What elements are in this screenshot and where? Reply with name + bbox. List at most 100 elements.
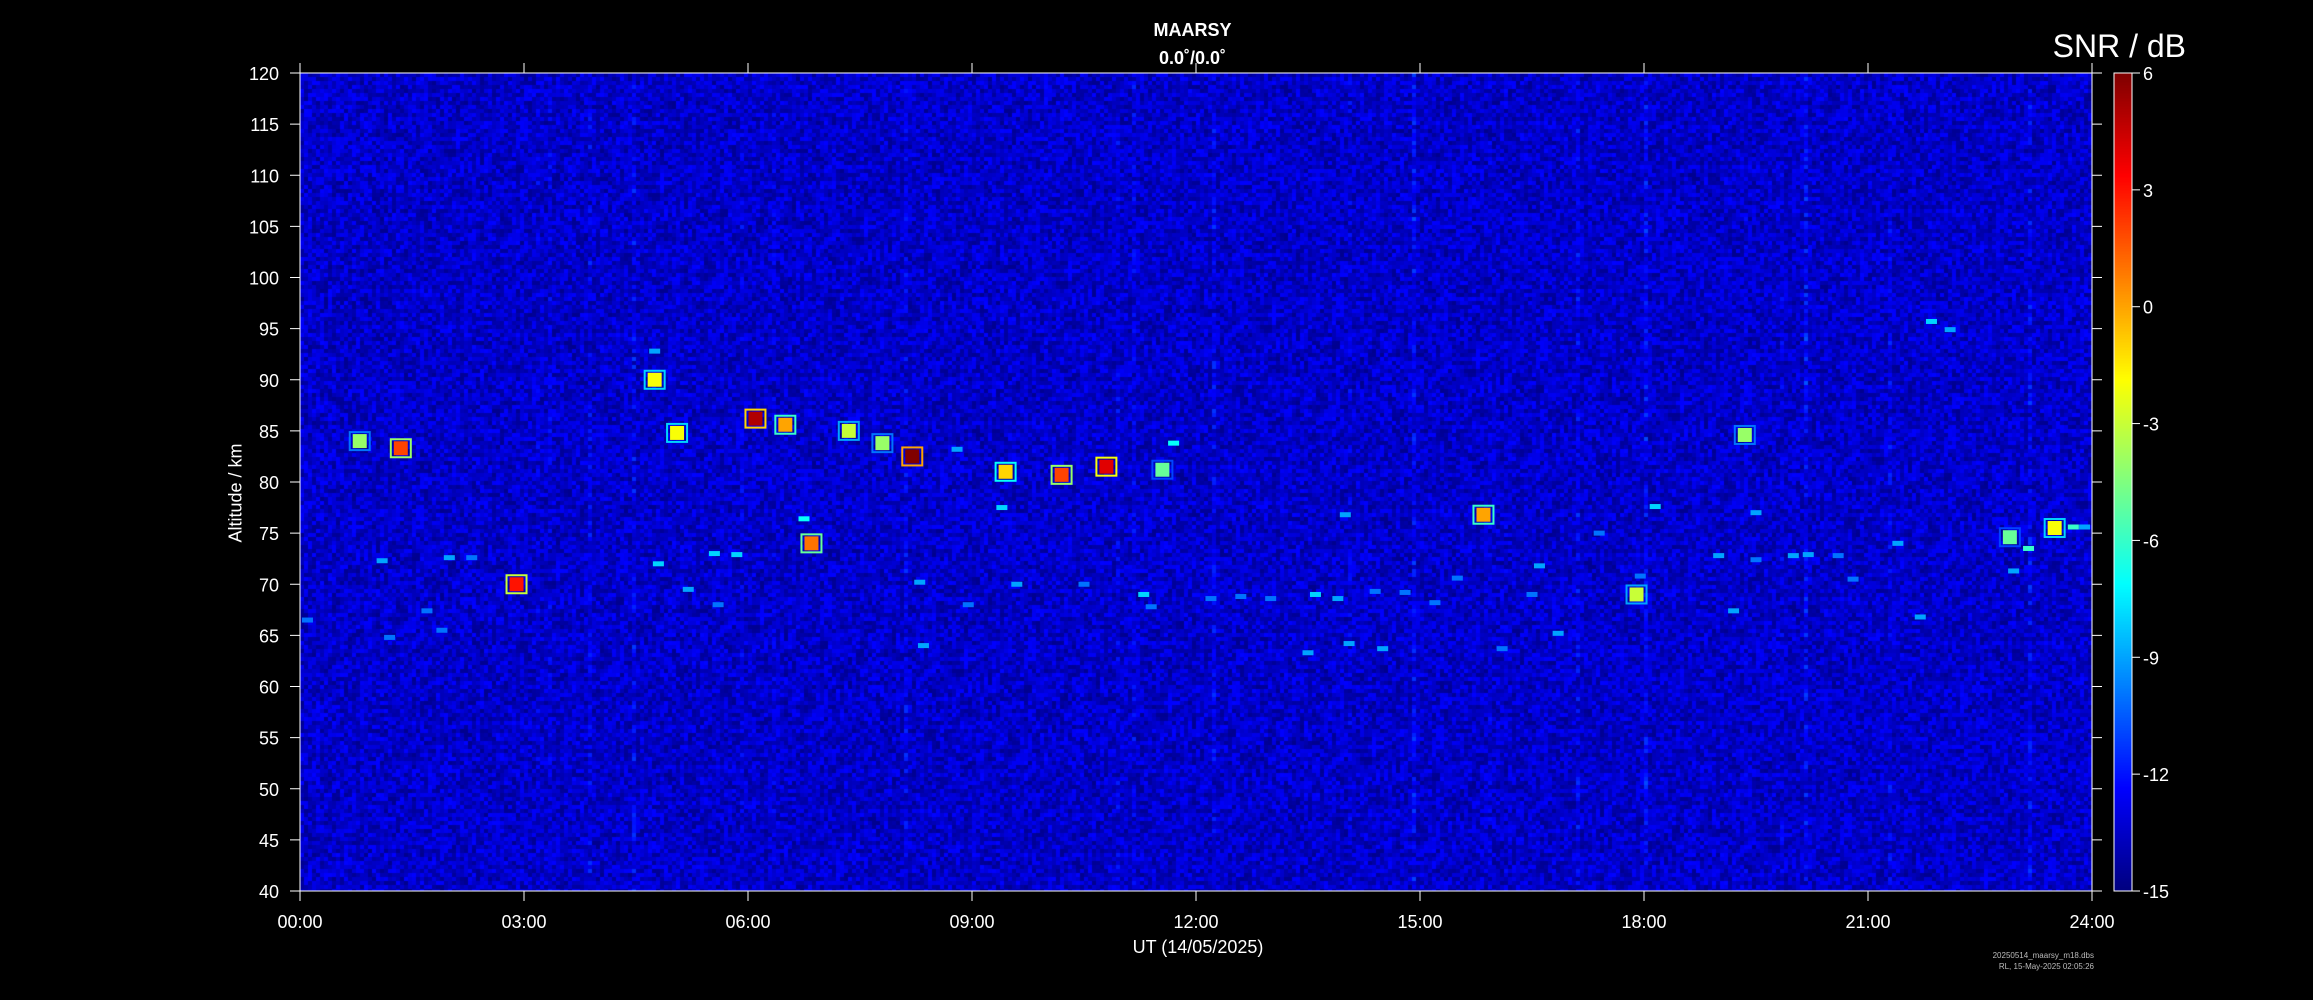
echo-point <box>2079 524 2091 530</box>
echo-point <box>1429 600 1441 606</box>
echo-point <box>748 411 763 426</box>
y-tick-label: 55 <box>259 729 279 749</box>
y-tick-label: 60 <box>259 678 279 698</box>
echo-point <box>352 434 367 449</box>
echo-point <box>649 348 661 354</box>
echo-point <box>647 372 662 387</box>
echo-point <box>1892 540 1904 546</box>
echo-point <box>1011 581 1023 587</box>
x-tick-label: 15:00 <box>1397 912 1442 932</box>
y-tick-label: 100 <box>249 269 279 289</box>
echo-point <box>1847 576 1859 582</box>
echo-point <box>841 423 856 438</box>
x-tick-label: 06:00 <box>725 912 770 932</box>
y-tick-label: 40 <box>259 882 279 902</box>
echo-point <box>712 602 724 608</box>
echo-point <box>1944 327 1956 333</box>
y-tick-label: 50 <box>259 780 279 800</box>
echo-point <box>1533 563 1545 569</box>
echo-point <box>682 586 694 592</box>
echo-point <box>905 449 920 464</box>
echo-point <box>2023 545 2035 551</box>
y-tick-label: 120 <box>249 64 279 84</box>
y-tick-label: 45 <box>259 831 279 851</box>
x-tick-label: 21:00 <box>1845 912 1890 932</box>
echo-point <box>798 516 810 522</box>
echo-point <box>393 441 408 456</box>
echo-point <box>1832 553 1844 559</box>
echo-point <box>1138 591 1150 597</box>
echo-point <box>2008 568 2020 574</box>
echo-point <box>1552 630 1564 636</box>
echo-point <box>1593 530 1605 536</box>
echo-point <box>1496 646 1508 652</box>
y-tick-label: 80 <box>259 473 279 493</box>
echo-point <box>731 552 743 558</box>
colorbar-tick-label: -12 <box>2143 765 2169 785</box>
echo-features <box>301 318 2091 656</box>
echo-point <box>509 577 524 592</box>
echo-point <box>778 417 793 432</box>
echo-point <box>1925 318 1937 324</box>
echo-point <box>1332 596 1344 602</box>
echo-point <box>962 602 974 608</box>
y-tick-label: 75 <box>259 524 279 544</box>
colorbar-tick-label: -15 <box>2143 882 2169 902</box>
colorbar-tick-label: -6 <box>2143 531 2159 551</box>
echo-point <box>1078 581 1090 587</box>
chart-area: MAARSY 0.0˚/0.0˚ SNR / dB Altitude / km … <box>0 0 2313 1000</box>
x-tick-label: 18:00 <box>1621 912 1666 932</box>
x-tick-label: 00:00 <box>277 912 322 932</box>
x-tick-label: 24:00 <box>2069 912 2114 932</box>
echo-point <box>1750 510 1762 516</box>
echo-point <box>1649 504 1661 510</box>
axes-layer: 00:00 03:00 06:00 09:00 12:00 15:00 18:00 21:00… <box>249 63 2169 932</box>
echo-point <box>2067 524 2079 530</box>
echo-point <box>1737 427 1752 442</box>
echo-point <box>917 643 929 649</box>
echo-point <box>1629 587 1644 602</box>
echo-point <box>1099 459 1114 474</box>
colorbar-tick-label: 3 <box>2143 181 2153 201</box>
echo-point <box>384 634 396 640</box>
echo-point <box>301 617 313 623</box>
echo-point <box>1377 646 1389 652</box>
y-tick-label: 105 <box>249 217 279 237</box>
echo-point <box>1343 641 1355 647</box>
colorbar-tick-label: 6 <box>2143 64 2153 84</box>
echo-point <box>443 555 455 561</box>
echo-point <box>1235 594 1247 600</box>
echo-point <box>421 608 433 614</box>
colorbar-tick-label: 0 <box>2143 298 2153 318</box>
echo-point <box>1309 591 1321 597</box>
echo-point <box>1399 589 1411 595</box>
echo-point <box>1787 553 1799 559</box>
echo-point <box>670 425 685 440</box>
echo-point <box>1265 596 1277 602</box>
echo-point <box>1526 591 1538 597</box>
echo-point <box>2002 530 2017 545</box>
y-tick-label: 115 <box>250 115 279 135</box>
echo-point <box>466 555 478 561</box>
echo-point <box>1451 575 1463 581</box>
echo-point <box>1634 573 1646 579</box>
echo-point <box>652 561 664 567</box>
x-tick-label: 03:00 <box>501 912 546 932</box>
echo-point <box>436 627 448 633</box>
echo-point <box>376 558 388 564</box>
echo-point <box>996 505 1008 511</box>
x-tick-label: 09:00 <box>949 912 994 932</box>
y-tick-label: 110 <box>250 166 279 186</box>
echo-point <box>1205 596 1217 602</box>
colorbar-tick-label: -3 <box>2143 415 2159 435</box>
echo-point <box>951 446 963 452</box>
colorbar-frame <box>2113 72 2133 892</box>
y-tick-label: 65 <box>259 626 279 646</box>
echo-point <box>1713 553 1725 559</box>
echo-point <box>804 536 819 551</box>
y-tick-label: 70 <box>259 575 279 595</box>
y-tick-label: 90 <box>259 371 279 391</box>
echo-point <box>1802 552 1814 558</box>
colorbar-tick-label: -9 <box>2143 648 2159 668</box>
plot-frame <box>299 72 2093 892</box>
